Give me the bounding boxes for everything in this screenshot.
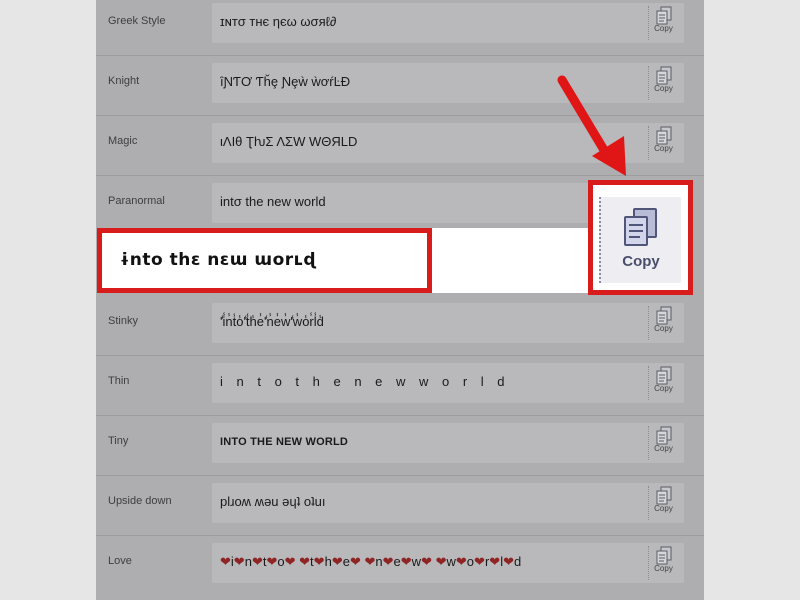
style-row-tiny: Tiny INTO THE NEW WORLD Copy — [96, 416, 704, 476]
style-label-love: Love — [108, 555, 132, 567]
love-letter: e — [342, 554, 350, 569]
style-label-knight: Knight — [108, 75, 140, 87]
copy-label: Copy — [654, 144, 673, 153]
style-row-love: Love ❤i❤n❤t❤o❤ ❤t❤h❤e❤ ❤n❤e❤w❤ ❤w❤o❤r❤l❤… — [96, 536, 704, 596]
style-label-paranormal: Paranormal — [108, 195, 165, 207]
style-row-upside-down: Upside down plɹoʍ ʍǝu ǝɥʇ oʇuı Copy — [96, 476, 704, 536]
heart-icon: ❤ — [233, 554, 245, 569]
heart-icon: ❤ — [284, 554, 296, 569]
copy-icon — [656, 126, 671, 145]
copy-button-label: Copy — [622, 253, 660, 270]
copy-button-greek[interactable]: Copy — [648, 6, 678, 40]
love-letter: o — [277, 554, 285, 569]
style-text-paranormal: intσ the new world — [220, 194, 326, 209]
copy-icon — [624, 208, 657, 246]
heart-icon: ❤ — [455, 554, 467, 569]
heart-icon: ❤ — [474, 554, 485, 569]
copy-icon — [656, 6, 671, 25]
style-text-knight: ȋƝƬƠ Ƭȟȩ Ɲȩẁ ẁơŕĿĐ — [220, 74, 351, 89]
style-text-love: ❤i❤n❤t❤o❤ ❤t❤h❤e❤ ❤n❤e❤w❤ ❤w❤o❤r❤l❤d — [220, 554, 521, 570]
heart-icon: ❤ — [331, 554, 343, 569]
copy-button-upside-down[interactable]: Copy — [648, 486, 678, 520]
copy-button-face[interactable]: Copy — [599, 197, 681, 283]
heart-icon: ❤ — [435, 554, 447, 569]
copy-icon — [656, 366, 671, 385]
copy-label: Copy — [654, 504, 673, 513]
heart-icon: ❤ — [421, 554, 432, 569]
style-label-tiny: Tiny — [108, 435, 129, 447]
copy-button-stinky[interactable]: Copy — [648, 306, 678, 340]
copy-icon — [656, 306, 671, 325]
style-label-greek: Greek Style — [108, 15, 166, 27]
love-letter: n — [244, 554, 252, 569]
love-letter: d — [513, 554, 522, 569]
style-text-field-stinky[interactable]: '̾i̾n̾t̾o̾'̾t̾h̾e̾'̾n̾e̾w̾'̾w̾o̾r̾l̾d̾ C… — [212, 303, 684, 343]
heart-icon: ❤ — [266, 554, 278, 569]
heart-icon: ❤ — [299, 554, 311, 569]
copy-label: Copy — [654, 324, 673, 333]
style-text-thin: i n t o t h e n e w w o r l d — [220, 374, 510, 389]
love-letter: h — [324, 554, 332, 569]
style-label-stinky: Stinky — [108, 315, 138, 327]
heart-icon: ❤ — [364, 554, 376, 569]
highlighted-copy-button[interactable]: Copy — [588, 180, 693, 295]
heart-icon: ❤ — [503, 554, 514, 569]
style-text-magic: ιΛΙθ ƮƕΣ ΛΣW WΘЯLD — [220, 134, 358, 149]
copy-icon — [656, 66, 671, 85]
copy-icon — [656, 426, 671, 445]
heart-icon: ❤ — [220, 554, 231, 569]
style-label-upside-down: Upside down — [108, 495, 172, 507]
copy-label: Copy — [654, 24, 673, 33]
copy-label: Copy — [654, 444, 673, 453]
love-letter: o — [466, 554, 475, 569]
heart-icon: ❤ — [400, 554, 412, 569]
heart-icon: ❤ — [489, 554, 501, 569]
copy-button-knight[interactable]: Copy — [648, 66, 678, 100]
highlight-field-extension — [432, 228, 590, 293]
love-letter: w — [411, 554, 422, 569]
copy-label: Copy — [654, 564, 673, 573]
highlighted-style-text: ɨnto thɛ nɛɯ ɯorʟɖ — [120, 250, 317, 270]
style-row-stinky: Stinky '̾i̾n̾t̾o̾'̾t̾h̾e̾'̾n̾e̾w̾'̾w̾o̾r… — [96, 296, 704, 356]
heart-icon: ❤ — [313, 554, 325, 569]
heart-icon: ❤ — [251, 554, 263, 569]
copy-button-thin[interactable]: Copy — [648, 366, 678, 400]
style-text-stinky: '̾i̾n̾t̾o̾'̾t̾h̾e̾'̾n̾e̾w̾'̾w̾o̾r̾l̾d̾ — [220, 314, 324, 329]
style-text-field-tiny[interactable]: INTO THE NEW WORLD Copy — [212, 423, 684, 463]
copy-button-magic[interactable]: Copy — [648, 126, 678, 160]
copy-label: Copy — [654, 84, 673, 93]
style-text-field-love[interactable]: ❤i❤n❤t❤o❤ ❤t❤h❤e❤ ❤n❤e❤w❤ ❤w❤o❤r❤l❤d Cop… — [212, 543, 684, 583]
copy-button-love[interactable]: Copy — [648, 546, 678, 580]
style-row-thin: Thin i n t o t h e n e w w o r l d Copy — [96, 356, 704, 416]
copy-icon — [656, 546, 671, 565]
style-text-field-thin[interactable]: i n t o t h e n e w w o r l d Copy — [212, 363, 684, 403]
style-text-upside-down: plɹoʍ ʍǝu ǝɥʇ oʇuı — [220, 494, 326, 509]
style-text-greek: ɪɴтσ тнє ηєω ωσяℓ∂ — [220, 14, 337, 29]
style-label-thin: Thin — [108, 375, 130, 387]
heart-icon: ❤ — [349, 554, 361, 569]
style-text-tiny: INTO THE NEW WORLD — [220, 436, 349, 448]
style-label-magic: Magic — [108, 135, 138, 147]
love-letter: n — [375, 554, 383, 569]
style-row-greek: Greek Style ɪɴтσ тнє ηєω ωσяℓ∂ Copy — [96, 0, 704, 56]
arrow-down-left-icon — [557, 75, 626, 176]
heart-icon: ❤ — [382, 554, 394, 569]
highlighted-style-text-field[interactable]: ɨnto thɛ nɛɯ ɯorʟɖ — [97, 228, 432, 293]
copy-icon — [656, 486, 671, 505]
style-text-field-greek[interactable]: ɪɴтσ тнє ηєω ωσяℓ∂ Copy — [212, 3, 684, 43]
copy-label: Copy — [654, 384, 673, 393]
love-letter: w — [446, 554, 456, 569]
copy-button-tiny[interactable]: Copy — [648, 426, 678, 460]
love-letter: e — [393, 554, 401, 569]
style-text-field-upside-down[interactable]: plɹoʍ ʍǝu ǝɥʇ oʇuı Copy — [212, 483, 684, 523]
